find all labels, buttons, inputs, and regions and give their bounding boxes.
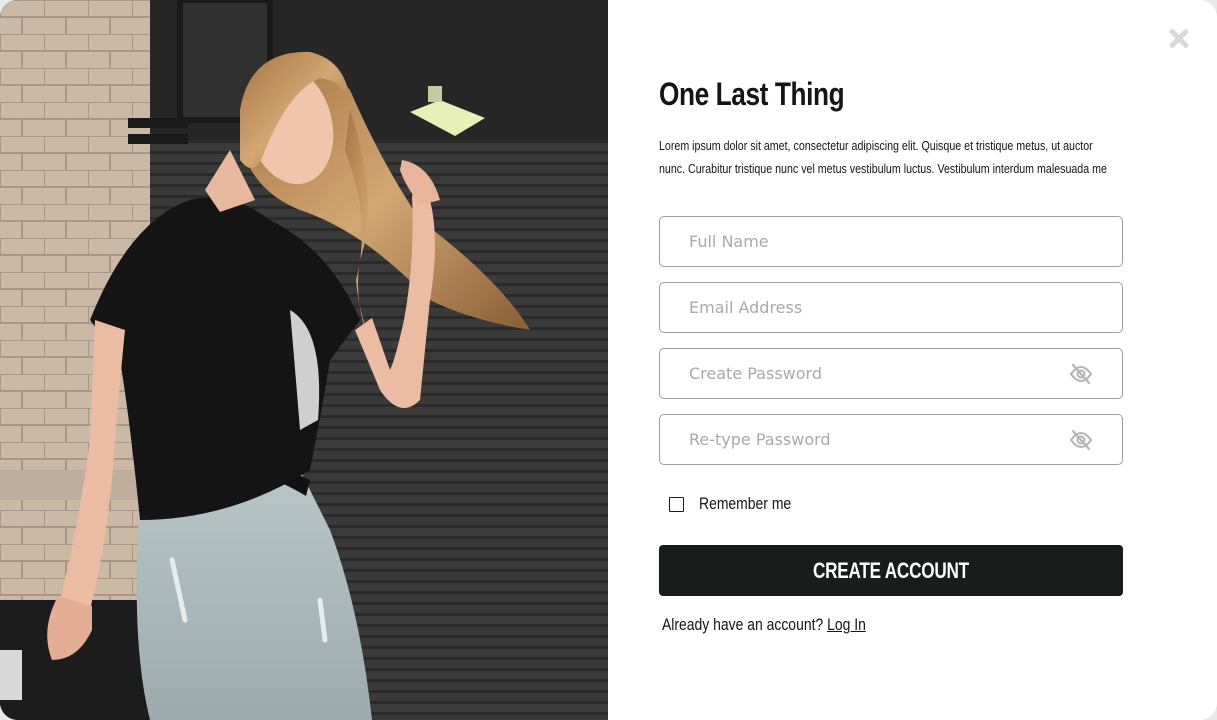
create-account-label: CREATE ACCOUNT xyxy=(813,557,969,583)
retype-password-input[interactable] xyxy=(660,415,1122,464)
hero-photo xyxy=(0,0,608,720)
close-icon[interactable] xyxy=(1166,26,1192,52)
create-account-button[interactable]: CREATE ACCOUNT xyxy=(659,545,1123,596)
remember-me-label: Remember me xyxy=(699,494,792,513)
email-field xyxy=(659,282,1123,333)
full-name-field xyxy=(659,216,1123,267)
signin-prompt: Already have an account? Log In xyxy=(662,615,866,635)
create-password-input[interactable] xyxy=(660,349,1122,398)
login-link[interactable]: Log In xyxy=(827,615,866,634)
eye-slash-icon[interactable] xyxy=(1068,428,1094,452)
hero-photo-illustration xyxy=(0,0,608,720)
remember-me[interactable]: Remember me xyxy=(669,494,811,514)
modal-title: One Last Thing xyxy=(659,76,845,112)
retype-password-field xyxy=(659,414,1123,465)
signup-modal: One Last Thing Lorem ipsum dolor sit ame… xyxy=(0,0,1217,720)
signin-prompt-text: Already have an account? xyxy=(662,615,824,634)
eye-slash-icon[interactable] xyxy=(1068,362,1094,386)
full-name-input[interactable] xyxy=(660,217,1122,266)
create-password-field xyxy=(659,348,1123,399)
email-input[interactable] xyxy=(660,283,1122,332)
remember-me-checkbox[interactable] xyxy=(669,496,684,512)
modal-intro: Lorem ipsum dolor sit amet, consectetur … xyxy=(659,138,1107,176)
signup-panel: One Last Thing Lorem ipsum dolor sit ame… xyxy=(608,0,1217,720)
